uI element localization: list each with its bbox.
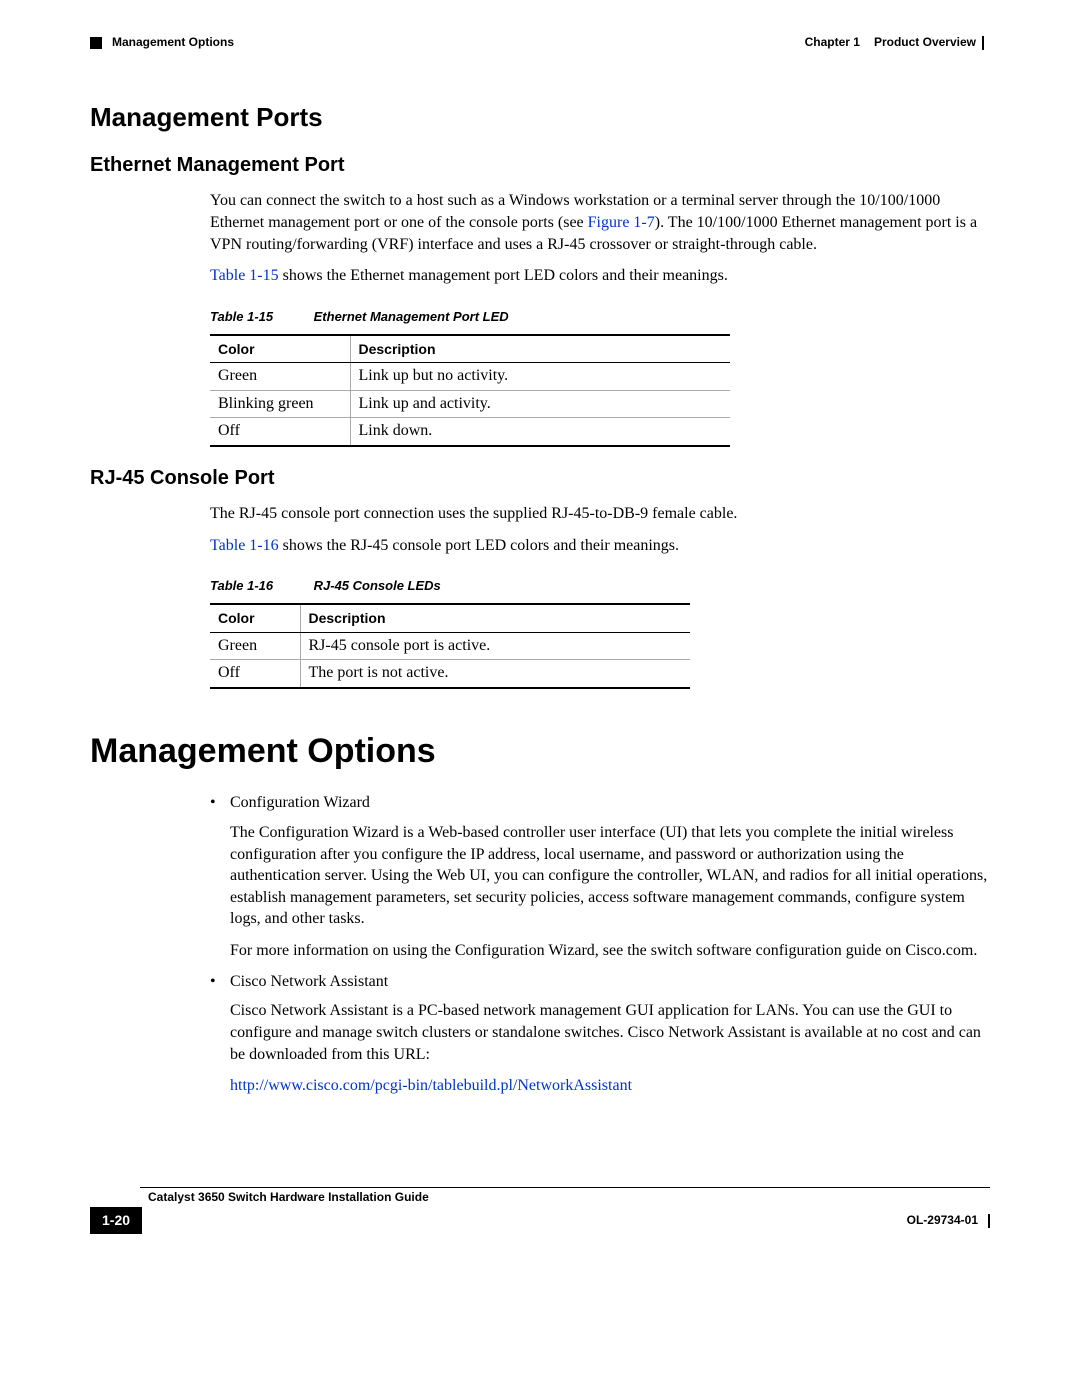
table15-title: Ethernet Management Port LED: [314, 309, 509, 324]
bullet-title: Configuration Wizard: [230, 794, 370, 811]
cell-color: Blinking green: [210, 390, 350, 418]
cell-color: Off: [210, 418, 350, 446]
footer-title-row: Catalyst 3650 Switch Hardware Installati…: [90, 1190, 990, 1206]
page-header: Management Options Chapter 1 Product Ove…: [90, 35, 990, 51]
table-row: Off Link down.: [210, 418, 730, 446]
header-marker-icon: [90, 37, 102, 49]
page-footer: Catalyst 3650 Switch Hardware Installati…: [90, 1187, 990, 1234]
heading-rj45-port: RJ-45 Console Port: [90, 465, 990, 491]
table15-caption: Table 1-15 Ethernet Management Port LED: [210, 309, 990, 326]
table15-label: Table 1-15: [210, 309, 310, 326]
cell-color: Green: [210, 632, 300, 660]
table-row: Green RJ-45 console port is active.: [210, 632, 690, 660]
table16-label: Table 1-16: [210, 578, 310, 595]
bullet-config-wizard: • Configuration Wizard: [230, 793, 990, 814]
text: shows the RJ-45 console port LED colors …: [279, 537, 679, 554]
table-row: Off The port is not active.: [210, 660, 690, 688]
footer-doc-number: OL-29734-01: [907, 1213, 978, 1229]
config-wizard-para-1: The Configuration Wizard is a Web-based …: [230, 822, 990, 930]
table-header-row: Color Description: [210, 604, 690, 632]
bullet-cisco-assistant: • Cisco Network Assistant: [230, 972, 990, 993]
cell-desc: Link down.: [350, 418, 730, 446]
table-rj45-led: Color Description Green RJ-45 console po…: [210, 603, 690, 689]
cell-desc: The port is not active.: [300, 660, 690, 688]
table-row: Blinking green Link up and activity.: [210, 390, 730, 418]
header-section: Management Options: [112, 35, 234, 51]
page-number-badge: 1-20: [90, 1207, 142, 1233]
heading-ethernet-port: Ethernet Management Port: [90, 152, 990, 178]
th-color: Color: [210, 335, 350, 363]
bullet-icon: •: [210, 972, 216, 993]
th-description: Description: [350, 335, 730, 363]
th-description: Description: [300, 604, 690, 632]
heading-management-ports: Management Ports: [90, 101, 990, 135]
figure-link[interactable]: Figure 1-7: [588, 214, 655, 231]
header-right: Chapter 1 Product Overview: [805, 35, 990, 51]
ethernet-para-1: You can connect the switch to a host suc…: [210, 190, 990, 255]
header-left: Management Options: [90, 35, 234, 51]
rj45-para-2: Table 1-16 shows the RJ-45 console port …: [210, 535, 990, 557]
config-wizard-para-2: For more information on using the Config…: [230, 940, 990, 962]
cell-color: Off: [210, 660, 300, 688]
cell-color: Green: [210, 362, 350, 390]
cisco-assistant-link[interactable]: http://www.cisco.com/pcgi-bin/tablebuild…: [230, 1077, 632, 1094]
heading-management-options: Management Options: [90, 729, 990, 773]
footer-end-bar-icon: [988, 1214, 990, 1228]
table-header-row: Color Description: [210, 335, 730, 363]
ethernet-para-2: Table 1-15 shows the Ethernet management…: [210, 265, 990, 287]
footer-bottom-row: 1-20 OL-29734-01: [90, 1207, 990, 1233]
table16-caption: Table 1-16 RJ-45 Console LEDs: [210, 578, 990, 595]
table-link[interactable]: Table 1-16: [210, 537, 279, 554]
table16-title: RJ-45 Console LEDs: [314, 578, 441, 593]
bullet-title: Cisco Network Assistant: [230, 973, 388, 990]
table-link[interactable]: Table 1-15: [210, 267, 279, 284]
header-divider-icon: [982, 36, 984, 50]
header-chapter-label: Chapter 1: [805, 35, 860, 51]
bullet-icon: •: [210, 793, 216, 814]
footer-rule: [140, 1187, 990, 1188]
cell-desc: Link up but no activity.: [350, 362, 730, 390]
text: shows the Ethernet management port LED c…: [279, 267, 728, 284]
cisco-assistant-para-1: Cisco Network Assistant is a PC-based ne…: [230, 1000, 990, 1065]
footer-guide-title: Catalyst 3650 Switch Hardware Installati…: [148, 1190, 990, 1206]
header-chapter-title: Product Overview: [874, 35, 976, 51]
rj45-para-1: The RJ-45 console port connection uses t…: [210, 503, 990, 525]
table-row: Green Link up but no activity.: [210, 362, 730, 390]
cell-desc: RJ-45 console port is active.: [300, 632, 690, 660]
th-color: Color: [210, 604, 300, 632]
table-ethernet-led: Color Description Green Link up but no a…: [210, 334, 730, 448]
cisco-assistant-link-para: http://www.cisco.com/pcgi-bin/tablebuild…: [230, 1075, 990, 1097]
cell-desc: Link up and activity.: [350, 390, 730, 418]
